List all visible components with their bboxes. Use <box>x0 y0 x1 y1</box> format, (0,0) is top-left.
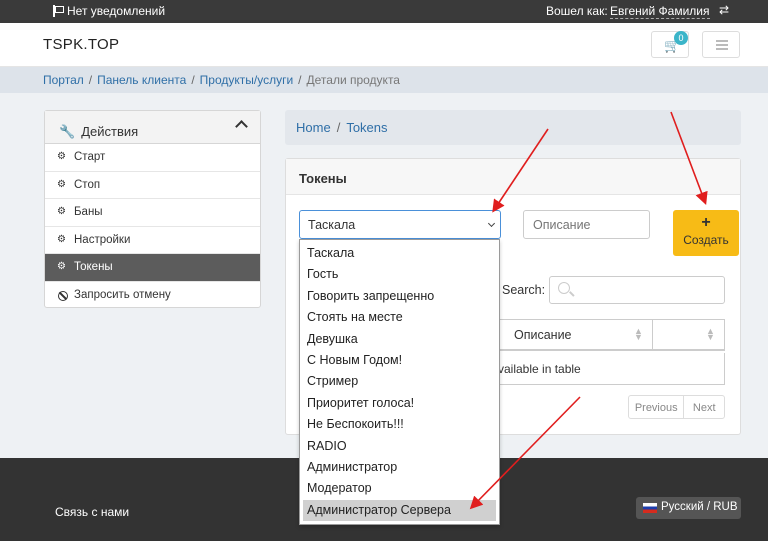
contact-link[interactable]: Связь с нами <box>55 505 129 519</box>
tokens-table-empty-row: vailable in table <box>497 353 725 385</box>
search-label: Search: <box>502 283 546 297</box>
breadcrumb-current: Детали продукта <box>306 73 400 87</box>
bars-icon <box>716 40 728 50</box>
shuffle-icon[interactable]: ⇄ <box>719 3 729 17</box>
chevron-up-icon[interactable] <box>235 120 248 133</box>
dropdown-option[interactable]: Стример <box>300 371 499 392</box>
username-link[interactable]: Евгений Фамилия <box>610 4 710 19</box>
next-page-button[interactable]: Next <box>684 396 724 418</box>
dropdown-option[interactable]: RADIO <box>300 436 499 457</box>
actions-panel-header[interactable]: 🔧 Действия <box>45 111 260 144</box>
gears-icon: ⚙ <box>57 261 66 272</box>
sidebar-item-request-cancel[interactable]: Запросить отмену <box>45 282 260 310</box>
dropdown-option[interactable]: С Новым Годом! <box>300 350 499 371</box>
plus-icon: + <box>701 214 711 231</box>
actions-panel: 🔧 Действия ⚙ Старт ⚙ Стоп ⚙ Баны ⚙ Настр… <box>44 110 261 308</box>
site-header: TSPK.TOP 🛒 0 <box>0 23 768 67</box>
site-logo[interactable]: TSPK.TOP <box>43 36 119 53</box>
notifications-link[interactable]: Нет уведомлений <box>52 4 165 18</box>
sidebar-item-settings[interactable]: ⚙ Настройки <box>45 227 260 254</box>
dropdown-option[interactable]: Не Беспокоить!!! <box>300 414 499 435</box>
tokens-table-header: Описание ▲ ▼ ▲ ▼ <box>497 319 725 351</box>
language-label: Русский / RUB <box>661 501 738 513</box>
gears-icon: ⚙ <box>57 233 66 245</box>
sub-breadcrumb: Home / Tokens <box>285 110 741 145</box>
sidebar-item-label: Старт <box>74 151 106 163</box>
sort-icon: ▲ ▼ <box>634 326 643 342</box>
dropdown-option[interactable]: Таскала <box>300 243 499 264</box>
language-currency-button[interactable]: Русский / RUB <box>636 497 741 519</box>
tokens-panel-title: Токены <box>286 159 740 195</box>
cart-button[interactable]: 🛒 0 <box>651 31 689 58</box>
actions-title: Действия <box>81 124 139 139</box>
ban-icon <box>58 290 68 301</box>
pagination: Previous Next <box>628 395 725 419</box>
dropdown-option-highlighted[interactable]: Администратор Сервера <box>303 499 496 522</box>
create-token-button[interactable]: + Создать <box>673 210 739 256</box>
empty-table-text: vailable in table <box>498 362 581 376</box>
dropdown-option[interactable]: Гость <box>300 264 499 285</box>
create-label: Создать <box>683 233 729 247</box>
sub-breadcrumb-home[interactable]: Home <box>296 120 331 135</box>
dropdown-option[interactable]: Модератор <box>300 478 499 499</box>
menu-toggle-button[interactable] <box>702 31 740 58</box>
dropdown-option[interactable]: Говорить запрещенно <box>300 286 499 307</box>
breadcrumb-client-panel[interactable]: Панель клиента <box>97 73 186 87</box>
dropdown-option[interactable]: Приоритет голоса! <box>300 393 499 414</box>
sidebar-item-label: Запросить отмену <box>74 288 171 301</box>
dropdown-option[interactable]: Девушка <box>300 329 499 350</box>
sidebar-item-label: Настройки <box>74 233 131 246</box>
flag-icon <box>52 5 64 17</box>
description-input[interactable] <box>523 210 650 239</box>
column-header-label: Описание <box>514 328 572 342</box>
previous-page-button[interactable]: Previous <box>629 396 685 418</box>
logged-in-label: Вошел как: <box>546 4 608 18</box>
breadcrumb-portal[interactable]: Портал <box>43 73 84 87</box>
sidebar-item-label: Баны <box>74 206 103 218</box>
sidebar-item-bans[interactable]: ⚙ Баны <box>45 199 260 227</box>
breadcrumb: Портал / Панель клиента / Продукты/услуги / Де… <box>0 67 768 93</box>
token-group-dropdown: Таскала Гость Говорить запрещенно Стоять… <box>299 239 500 525</box>
gears-icon: ⚙ <box>57 206 66 217</box>
dropdown-option[interactable]: Администратор <box>300 457 499 478</box>
notifications-label: Нет уведомлений <box>67 4 166 18</box>
russia-flag-icon <box>643 503 657 513</box>
sort-icon[interactable]: ▲ ▼ <box>706 327 715 342</box>
token-group-select[interactable]: Таскала <box>299 210 501 239</box>
sidebar-item-label: Токены <box>74 261 113 273</box>
search-icon <box>558 282 570 294</box>
gears-icon: ⚙ <box>57 178 66 190</box>
column-header-description[interactable]: Описание ▲ ▼ <box>498 320 653 350</box>
sub-breadcrumb-tokens[interactable]: Tokens <box>346 120 387 135</box>
chevron-down-icon <box>487 219 496 228</box>
sidebar-item-tokens[interactable]: ⚙ Токены <box>45 254 260 282</box>
sidebar-item-label: Стоп <box>74 178 101 191</box>
breadcrumb-products[interactable]: Продукты/услуги <box>200 73 294 87</box>
dropdown-option[interactable]: Стоять на месте <box>300 307 499 328</box>
gears-icon: ⚙ <box>57 151 66 162</box>
token-group-selected: Таскала <box>308 218 356 232</box>
wrench-icon: 🔧 <box>59 123 76 139</box>
cart-count-badge: 0 <box>674 31 688 45</box>
sidebar-item-start[interactable]: ⚙ Старт <box>45 144 260 172</box>
search-input[interactable] <box>549 276 725 304</box>
top-bar: Нет уведомлений Вошел как: Евгений Фамил… <box>0 0 768 23</box>
sidebar-item-stop[interactable]: ⚙ Стоп <box>45 172 260 199</box>
